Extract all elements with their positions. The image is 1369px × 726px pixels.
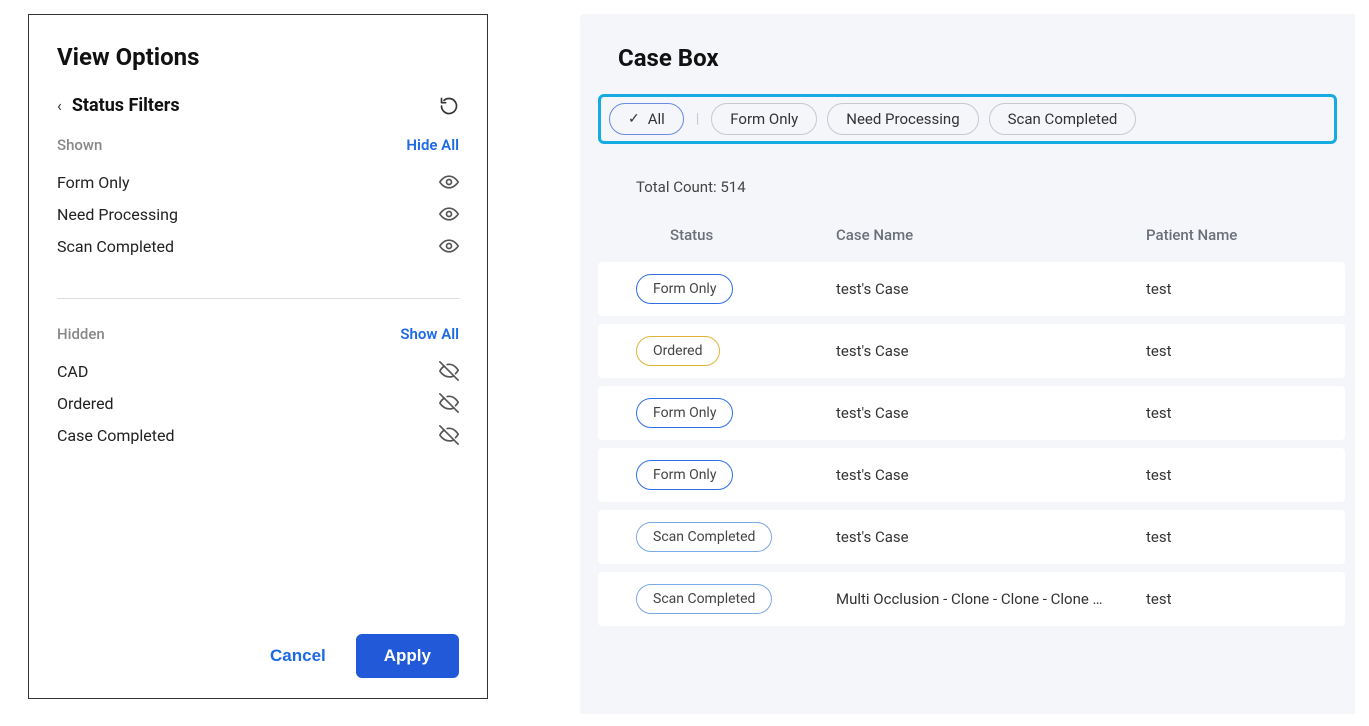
eye-off-icon[interactable]	[439, 425, 459, 445]
cell-status: Form Only	[636, 398, 836, 428]
filter-item-label: Case Completed	[57, 426, 175, 445]
apply-button[interactable]: Apply	[356, 634, 459, 678]
case-box-panel: Case Box ✓ All | Form Only Need Processing Sc…	[580, 14, 1355, 714]
shown-filter-item: Scan Completed	[57, 230, 459, 262]
filter-item-label: Ordered	[57, 394, 114, 413]
check-icon: ✓	[628, 111, 640, 127]
eye-open-icon[interactable]	[439, 172, 459, 192]
filter-chip-label: All	[648, 110, 665, 128]
hidden-section-header: Hidden Show All	[57, 325, 459, 343]
cell-patient-name: test	[1146, 404, 1345, 422]
cell-patient-name: test	[1146, 528, 1345, 546]
eye-off-icon[interactable]	[439, 393, 459, 413]
button-row: Cancel Apply	[57, 624, 459, 678]
case-row[interactable]: Scan Completed test's Casetest	[598, 510, 1345, 564]
cell-case-name: test's Case	[836, 528, 1146, 546]
filter-bar: ✓ All | Form Only Need Processing Scan Comple…	[598, 94, 1337, 144]
cell-patient-name: test	[1146, 280, 1345, 298]
case-row[interactable]: Ordered test's Casetest	[598, 324, 1345, 378]
divider	[57, 298, 459, 299]
shown-filter-item: Need Processing	[57, 198, 459, 230]
cell-status: Form Only	[636, 274, 836, 304]
cell-patient-name: test	[1146, 590, 1345, 608]
filter-chip-label: Form Only	[730, 110, 798, 128]
status-chip: Scan Completed	[636, 522, 772, 552]
filter-item-label: Need Processing	[57, 205, 178, 224]
hidden-list: CAD Ordered Case Completed	[57, 355, 459, 451]
back-icon[interactable]: ‹	[57, 96, 62, 115]
filter-item-label: Scan Completed	[57, 237, 174, 256]
hidden-filter-item: Ordered	[57, 387, 459, 419]
shown-section-header: Shown Hide All	[57, 136, 459, 154]
shown-filter-item: Form Only	[57, 166, 459, 198]
case-row[interactable]: Scan Completed Multi Occlusion - Clone - …	[598, 572, 1345, 626]
filter-item-label: Form Only	[57, 173, 130, 192]
filter-chip[interactable]: ✓ All	[609, 103, 684, 135]
hidden-label: Hidden	[57, 325, 105, 343]
hide-all-link[interactable]: Hide All	[406, 136, 459, 154]
cell-status: Scan Completed	[636, 522, 836, 552]
cell-status: Scan Completed	[636, 584, 836, 614]
col-status: Status	[636, 226, 836, 244]
filter-chip-label: Scan Completed	[1008, 110, 1118, 128]
case-row[interactable]: Form Only test's Casetest	[598, 262, 1345, 316]
filter-chip[interactable]: Need Processing	[827, 103, 978, 135]
hidden-filter-item: CAD	[57, 355, 459, 387]
cell-case-name: test's Case	[836, 404, 1146, 422]
case-rows: Form Onlytest's CasetestOrderedtest's Ca…	[580, 262, 1355, 626]
status-chip: Ordered	[636, 336, 720, 366]
col-case-name: Case Name	[836, 226, 1146, 244]
cell-patient-name: test	[1146, 342, 1345, 360]
status-filters-label: Status Filters	[72, 95, 180, 116]
filter-chip-label: Need Processing	[846, 110, 959, 128]
cell-case-name: test's Case	[836, 466, 1146, 484]
status-chip: Scan Completed	[636, 584, 772, 614]
filter-item-label: CAD	[57, 362, 88, 381]
shown-list: Form Only Need Processing Scan Completed	[57, 166, 459, 262]
eye-off-icon[interactable]	[439, 361, 459, 381]
reset-icon[interactable]	[439, 96, 459, 116]
status-chip: Form Only	[636, 460, 733, 490]
case-box-title: Case Box	[580, 14, 1355, 94]
table-header: Status Case Name Patient Name	[580, 226, 1355, 262]
cell-patient-name: test	[1146, 466, 1345, 484]
hidden-filter-item: Case Completed	[57, 419, 459, 451]
separator: |	[694, 111, 701, 127]
cell-case-name: test's Case	[836, 342, 1146, 360]
cancel-button[interactable]: Cancel	[258, 636, 338, 676]
case-row[interactable]: Form Only test's Casetest	[598, 448, 1345, 502]
status-filters-header: ‹ Status Filters	[57, 95, 459, 116]
shown-label: Shown	[57, 136, 102, 154]
status-chip: Form Only	[636, 274, 733, 304]
total-count: Total Count: 514	[580, 144, 1355, 226]
filter-chip[interactable]: Form Only	[711, 103, 817, 135]
view-options-panel: View Options ‹ Status Filters Shown Hide…	[28, 14, 488, 699]
cell-case-name: Multi Occlusion - Clone - Clone - Clone …	[836, 590, 1146, 608]
view-options-title: View Options	[57, 43, 459, 71]
cell-status: Form Only	[636, 460, 836, 490]
col-patient-name: Patient Name	[1146, 226, 1355, 244]
show-all-link[interactable]: Show All	[400, 325, 459, 343]
cell-case-name: test's Case	[836, 280, 1146, 298]
eye-open-icon[interactable]	[439, 204, 459, 224]
eye-open-icon[interactable]	[439, 236, 459, 256]
filter-chip[interactable]: Scan Completed	[989, 103, 1137, 135]
cell-status: Ordered	[636, 336, 836, 366]
case-row[interactable]: Form Only test's Casetest	[598, 386, 1345, 440]
status-chip: Form Only	[636, 398, 733, 428]
